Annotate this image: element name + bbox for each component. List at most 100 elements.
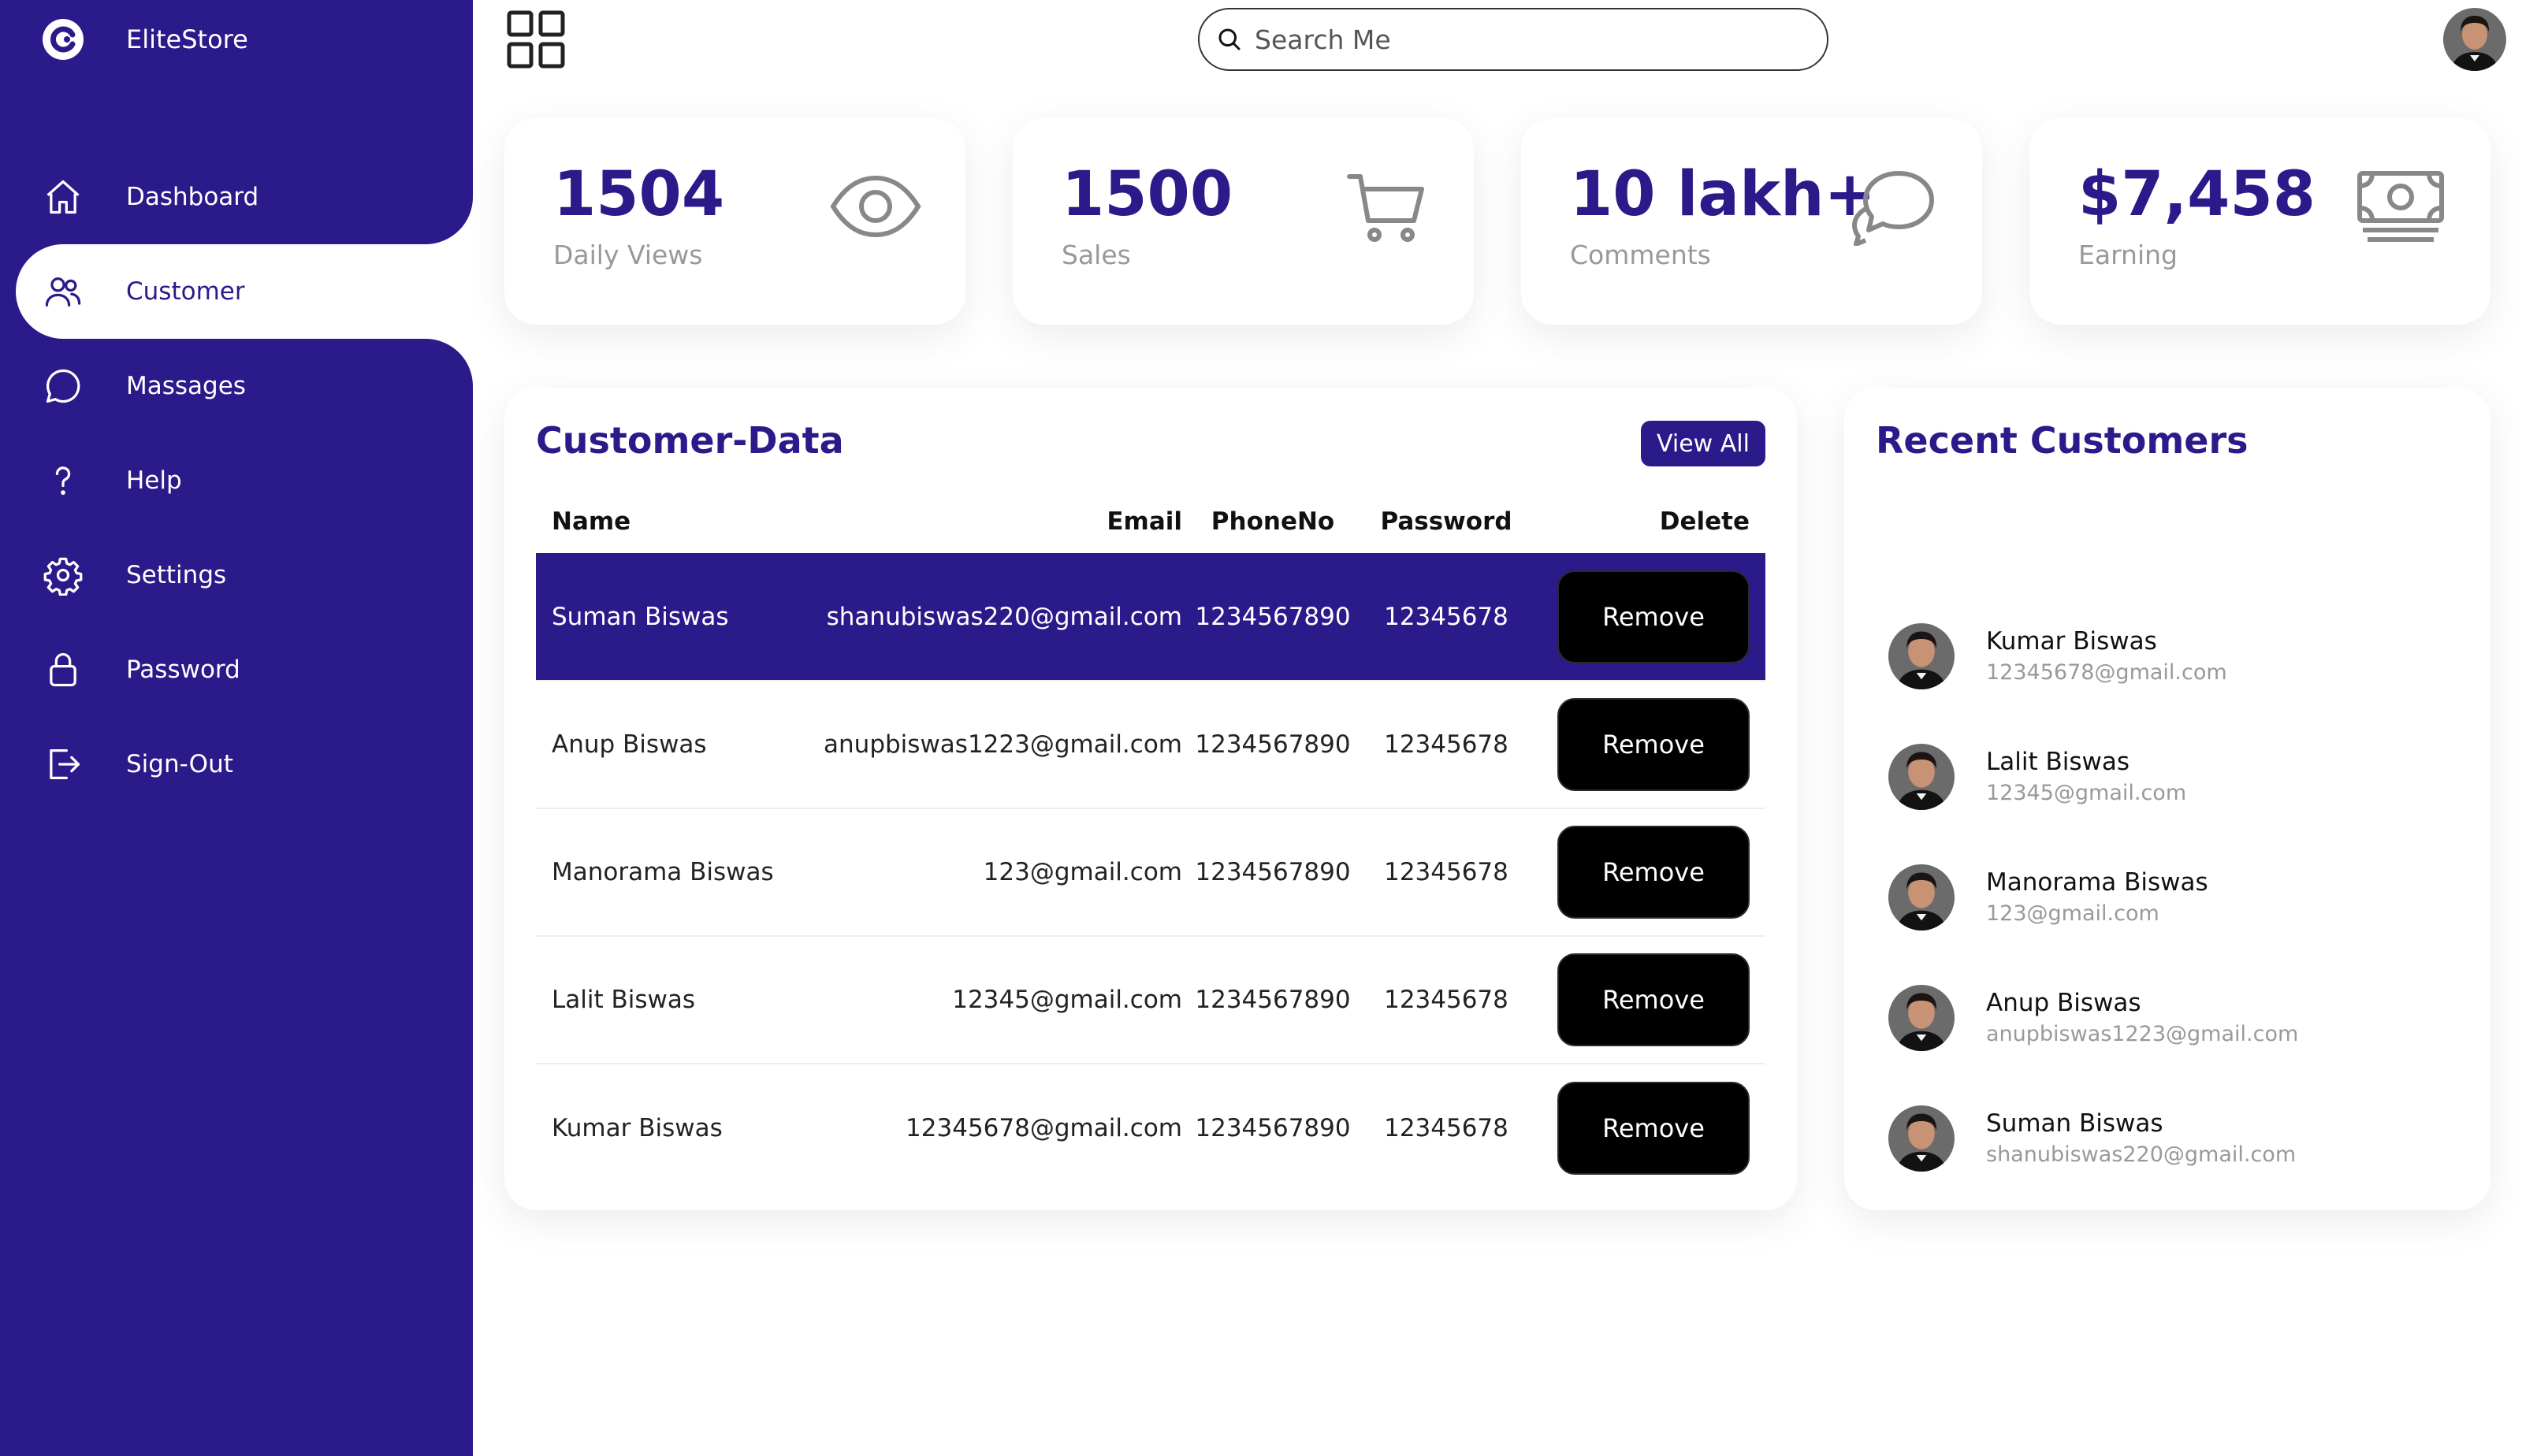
customer-data-panel: Customer-Data View All Name Email PhoneN…: [504, 388, 1797, 1210]
customer-email: 12345@gmail.com: [1986, 781, 2187, 805]
recent-customers-list: Kumar Biswas 12345678@gmail.com Lalit Bi…: [1888, 596, 2472, 1198]
table-row[interactable]: Anup Biswas anupbiswas1223@gmail.com 123…: [536, 680, 1765, 808]
customer-name: Manorama Biswas: [1986, 868, 2208, 897]
customer-name: Kumar Biswas: [1986, 627, 2157, 656]
cell-name: Suman Biswas: [536, 553, 820, 681]
remove-button[interactable]: Remove: [1557, 826, 1750, 919]
cell-delete: Remove: [1529, 1063, 1765, 1191]
sidebar-nav: Dashboard Customer Massages Help Setting…: [0, 150, 473, 812]
list-item[interactable]: Manorama Biswas 123@gmail.com: [1888, 837, 2472, 957]
search-input[interactable]: [1255, 24, 1806, 55]
customer-table: Name Email PhoneNo Password Delete Suman…: [536, 490, 1765, 1191]
cell-password: 12345678: [1363, 1063, 1529, 1191]
cell-password: 12345678: [1363, 808, 1529, 936]
home-icon: [41, 175, 85, 219]
sidebar-item-settings[interactable]: Settings: [0, 528, 473, 622]
list-item[interactable]: Lalit Biswas 12345@gmail.com: [1888, 716, 2472, 837]
brand-name: EliteStore: [126, 24, 248, 54]
sidebar-item-label: Password: [126, 656, 240, 684]
cell-email: shanubiswas220@gmail.com: [820, 553, 1182, 681]
sidebar-item-label: Customer: [126, 277, 245, 306]
sidebar-item-password[interactable]: Password: [0, 622, 473, 717]
cell-delete: Remove: [1529, 553, 1765, 681]
cash-icon: [2357, 171, 2444, 242]
sign-out-icon: [41, 742, 85, 786]
cell-name: Anup Biswas: [536, 680, 820, 808]
help-icon: [41, 459, 85, 503]
sidebar-item-help[interactable]: Help: [0, 433, 473, 528]
cell-name: Kumar Biswas: [536, 1063, 820, 1191]
customer-email: 12345678@gmail.com: [1986, 660, 2227, 685]
customer-name: Anup Biswas: [1986, 989, 2141, 1017]
table-row[interactable]: Lalit Biswas 12345@gmail.com 1234567890 …: [536, 935, 1765, 1064]
cell-email: 12345678@gmail.com: [820, 1063, 1182, 1191]
chat-bubble-icon: [41, 364, 85, 408]
sidebar-item-sign-out[interactable]: Sign-Out: [0, 717, 473, 812]
cell-delete: Remove: [1529, 808, 1765, 936]
recent-customers-panel: Recent Customers Kumar Biswas 12345678@g…: [1844, 388, 2490, 1210]
cell-phone: 1234567890: [1182, 553, 1363, 681]
sidebar-item-dashboard[interactable]: Dashboard: [0, 150, 473, 244]
list-item[interactable]: Anup Biswas anupbiswas1223@gmail.com: [1888, 957, 2472, 1078]
remove-button[interactable]: Remove: [1557, 698, 1750, 791]
cell-password: 12345678: [1363, 553, 1529, 681]
cell-phone: 1234567890: [1182, 680, 1363, 808]
list-item[interactable]: Kumar Biswas 12345678@gmail.com: [1888, 596, 2472, 716]
stat-card-sales[interactable]: 1500 Sales: [1013, 118, 1474, 325]
table-row[interactable]: Kumar Biswas 12345678@gmail.com 12345678…: [536, 1063, 1765, 1191]
table-row[interactable]: Suman Biswas shanubiswas220@gmail.com 12…: [536, 553, 1765, 681]
customer-name: Suman Biswas: [1986, 1109, 2163, 1138]
cell-password: 12345678: [1363, 680, 1529, 808]
table-header-row: Name Email PhoneNo Password Delete: [536, 490, 1765, 553]
cell-phone: 1234567890: [1182, 935, 1363, 1064]
cell-email: 12345@gmail.com: [820, 935, 1182, 1064]
remove-button[interactable]: Remove: [1557, 953, 1750, 1046]
brand-logo-icon: [43, 19, 84, 60]
stat-card-earning[interactable]: $7,458 Earning: [2029, 118, 2490, 325]
avatar: [1888, 864, 1955, 930]
remove-button[interactable]: Remove: [1557, 1081, 1750, 1175]
brand[interactable]: EliteStore: [41, 14, 248, 65]
view-all-button[interactable]: View All: [1641, 421, 1765, 466]
column-header-name: Name: [552, 507, 631, 536]
cell-delete: Remove: [1529, 680, 1765, 808]
sidebar-item-customer[interactable]: Customer: [16, 244, 473, 339]
chat-bubbles-icon: [1852, 171, 1934, 246]
cell-phone: 1234567890: [1182, 808, 1363, 936]
cell-delete: Remove: [1529, 935, 1765, 1064]
sidebar-item-label: Help: [126, 466, 182, 495]
customer-data-title: Customer-Data: [536, 419, 844, 462]
eye-icon: [830, 175, 921, 238]
sidebar-item-label: Sign-Out: [126, 750, 233, 778]
avatar-image: [2443, 8, 2506, 71]
customer-name: Lalit Biswas: [1986, 748, 2130, 776]
cell-email: 123@gmail.com: [820, 808, 1182, 936]
avatar: [1888, 984, 1955, 1051]
sidebar-item-label: Dashboard: [126, 183, 259, 211]
search-bar: [1198, 8, 1828, 71]
stat-card-comments[interactable]: 10 lakh+ Comments: [1521, 118, 1982, 325]
column-header-delete: Delete: [1659, 507, 1750, 536]
cell-phone: 1234567890: [1182, 1063, 1363, 1191]
user-avatar[interactable]: [2443, 8, 2506, 71]
cell-password: 12345678: [1363, 935, 1529, 1064]
cell-name: Manorama Biswas: [536, 808, 820, 936]
column-header-email: Email: [1107, 507, 1182, 536]
avatar: [1888, 622, 1955, 689]
avatar: [1888, 1105, 1955, 1172]
sidebar: EliteStore Dashboard Customer Massages H…: [0, 0, 473, 1456]
list-item[interactable]: Suman Biswas shanubiswas220@gmail.com: [1888, 1078, 2472, 1198]
recent-customers-title: Recent Customers: [1876, 419, 2249, 462]
table-row[interactable]: Manorama Biswas 123@gmail.com 1234567890…: [536, 808, 1765, 936]
lock-icon: [41, 648, 85, 692]
remove-button[interactable]: Remove: [1557, 570, 1750, 663]
sidebar-item-massages[interactable]: Massages: [0, 339, 473, 433]
customer-email: shanubiswas220@gmail.com: [1986, 1142, 2297, 1167]
people-icon: [41, 269, 85, 314]
gear-icon: [41, 553, 85, 597]
column-header-phone: PhoneNo: [1211, 507, 1335, 536]
customer-email: anupbiswas1223@gmail.com: [1986, 1022, 2299, 1046]
menu-toggle-icon[interactable]: [506, 9, 566, 69]
sidebar-item-label: Massages: [126, 372, 246, 400]
stat-card-daily-views[interactable]: 1504 Daily Views: [504, 118, 965, 325]
